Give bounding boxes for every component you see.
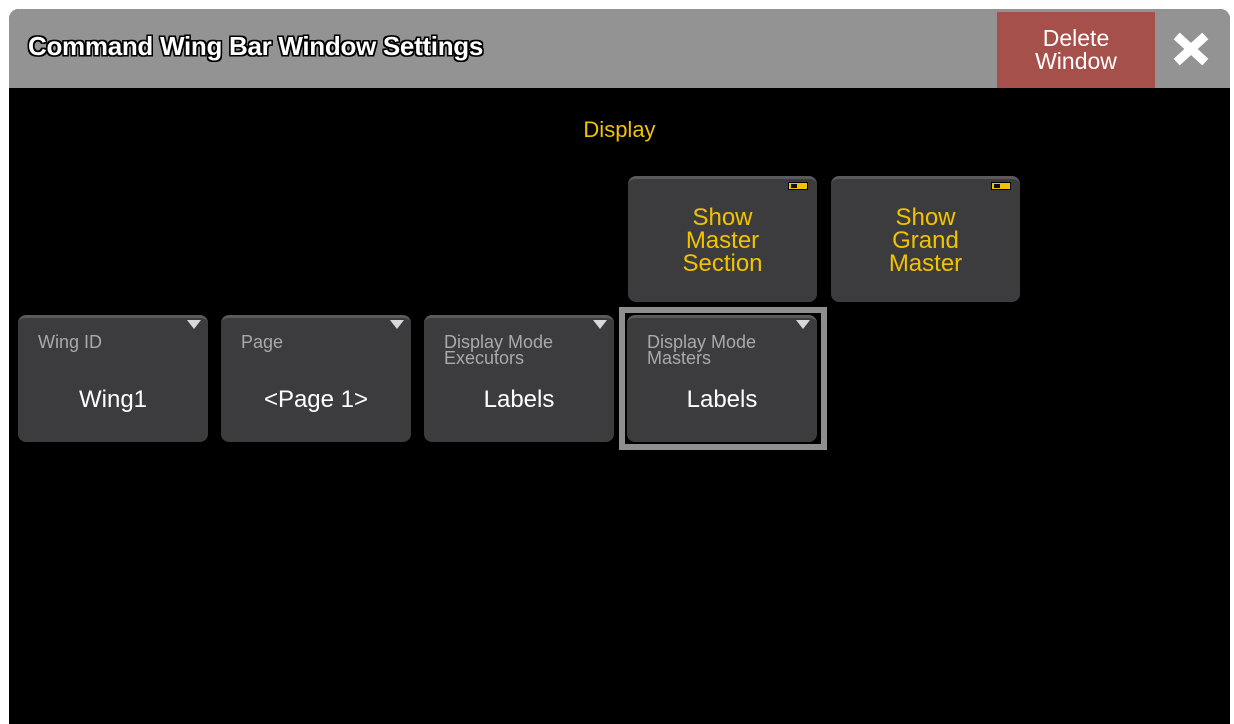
select-value: Labels xyxy=(483,386,555,413)
toggle-label-line: Show xyxy=(692,204,753,231)
toggle-label-line: Grand xyxy=(892,227,959,254)
toggle-label: Show Grand Master xyxy=(888,204,963,277)
select-label: Display Mode Executors xyxy=(444,333,553,368)
select-label: Page xyxy=(241,332,284,352)
dropdown-arrow-icon xyxy=(187,320,201,329)
delete-button-label-line1: Delete xyxy=(1042,25,1110,51)
close-icon[interactable] xyxy=(1169,29,1213,69)
toggle-label-line: Master xyxy=(888,250,963,277)
select-value: Wing1 xyxy=(78,386,148,413)
toggle-label-line: Section xyxy=(682,250,763,277)
dropdown-arrow-icon xyxy=(593,320,607,329)
toggle-label-line: Show xyxy=(895,204,956,231)
settings-window: Command Wing Bar Window Settings Delete … xyxy=(9,9,1230,724)
select-label-line: Page xyxy=(241,332,284,352)
display-section-title: Display xyxy=(583,117,656,142)
select-label: Wing ID xyxy=(38,332,103,352)
window-title: Command Wing Bar Window Settings xyxy=(28,31,484,61)
toggle-on-indicator-icon xyxy=(991,182,1011,190)
display-mode-executors-select[interactable]: Display Mode Executors Labels xyxy=(424,315,614,442)
toggle-label: Show Master Section xyxy=(682,204,763,277)
toggle-on-indicator-icon xyxy=(788,182,808,190)
toggle-label-line: Master xyxy=(685,227,760,254)
selection-focus-frame xyxy=(619,307,827,450)
dropdown-arrow-icon xyxy=(390,320,404,329)
select-label-line: Wing ID xyxy=(38,332,103,352)
delete-window-button[interactable]: Delete Window xyxy=(997,12,1155,88)
delete-button-label-line2: Window xyxy=(1035,48,1117,74)
title-bar: Command Wing Bar Window Settings Delete … xyxy=(9,9,1230,88)
page-select[interactable]: Page <Page 1> xyxy=(221,315,411,442)
show-master-section-toggle[interactable]: Show Master Section xyxy=(628,176,817,302)
select-value: <Page 1> xyxy=(263,386,369,413)
select-label-line: Executors xyxy=(444,348,525,368)
wing-id-select[interactable]: Wing ID Wing1 xyxy=(18,315,208,442)
show-grand-master-toggle[interactable]: Show Grand Master xyxy=(831,176,1020,302)
